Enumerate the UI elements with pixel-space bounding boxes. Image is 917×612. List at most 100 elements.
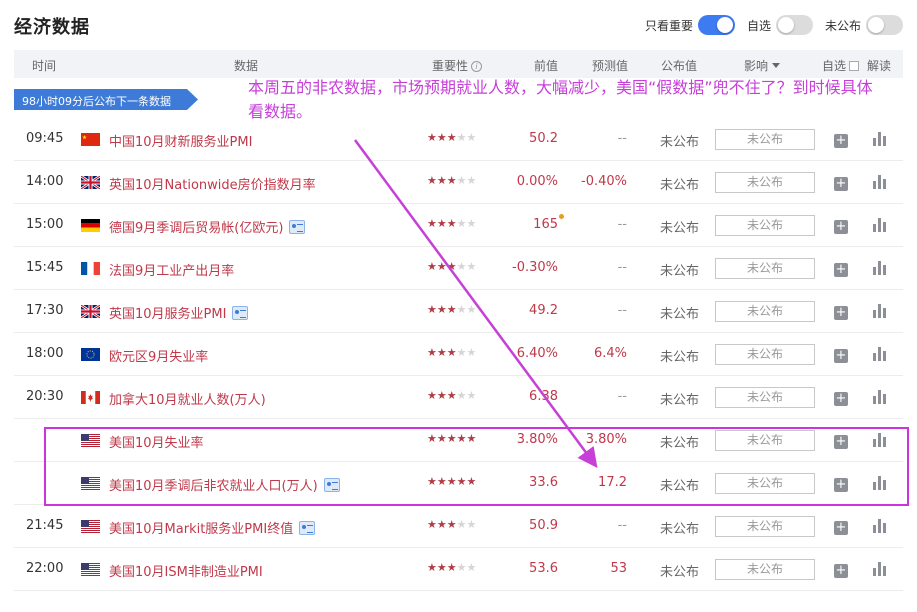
add-watchlist-button[interactable]: + (834, 263, 848, 277)
star-icon: ★ (446, 561, 457, 574)
table-row[interactable]: 09:45 中国10月财新服务业PMI ★★★★★ 50.2 -- 未公布 未公布 + (14, 118, 903, 161)
toggle-label: 未公布 (825, 18, 862, 33)
event-name[interactable]: 中国10月财新服务业PMI (109, 131, 252, 150)
star-icon: ★ (446, 174, 457, 187)
star-icon: ★ (456, 303, 467, 316)
star-icon: ★ (427, 389, 437, 402)
star-icon: ★ (456, 346, 467, 359)
report-icon[interactable] (232, 306, 249, 320)
bar-chart-icon[interactable] (873, 218, 887, 232)
data-table: 09:45 中国10月财新服务业PMI ★★★★★ 50.2 -- 未公布 未公布 +14:0… (14, 118, 903, 591)
bar-chart-icon[interactable] (873, 304, 887, 318)
toggle-label: 自选 (747, 18, 772, 33)
impact-box: 未公布 (715, 258, 815, 279)
table-row[interactable]: 21:45 美国10月Markit服务业PMI终值 ★★★★★ 50.9 -- 未公布 未公… (14, 505, 903, 548)
add-watchlist-button[interactable]: + (834, 220, 848, 234)
event-name[interactable]: 美国10月ISM非制造业PMI (109, 561, 263, 580)
table-row[interactable]: 22:00 美国10月ISM非制造业PMI ★★★★★ 53.6 53 未公布 未公布 + (14, 548, 903, 591)
star-icon: ★ (466, 174, 477, 187)
toggle-switch[interactable] (776, 15, 814, 35)
event-name[interactable]: 英国10月服务业PMI (109, 303, 249, 322)
event-name[interactable]: 加拿大10月就业人数(万人) (109, 389, 266, 408)
impact-box: 未公布 (715, 344, 815, 365)
add-watchlist-button[interactable]: + (834, 349, 848, 363)
table-row[interactable]: 20:30 加拿大10月就业人数(万人) ★★★★★ 6.38 -- 未公布 未公布 + (14, 376, 903, 419)
toggle-unpublished[interactable]: 未公布 (825, 15, 904, 35)
star-icon: ★ (456, 217, 467, 230)
bar-chart-icon[interactable] (873, 132, 887, 146)
star-icon: ★ (446, 260, 457, 273)
event-name[interactable]: 德国9月季调后贸易帐(亿欧元) (109, 217, 306, 236)
forecast-value: -0.40% (581, 174, 627, 189)
checkbox-icon[interactable] (849, 61, 860, 71)
star-icon: ★ (427, 217, 437, 230)
col-watch[interactable]: 自选 (822, 57, 860, 74)
actual-value: 未公布 (660, 565, 700, 580)
table-row[interactable]: 15:00 德国9月季调后贸易帐(亿欧元) ★★★★★ 165 -- 未公布 未公布 + (14, 204, 903, 247)
event-name[interactable]: 美国10月Markit服务业PMI终值 (109, 518, 316, 537)
col-impact[interactable]: 影响 (744, 57, 781, 74)
event-name[interactable]: 英国10月Nationwide房价指数月率 (109, 174, 316, 193)
table-row[interactable]: 14:00 英国10月Nationwide房价指数月率 ★★★★★ 0.00% -0.4… (14, 161, 903, 204)
importance-stars: ★★★★★ (427, 518, 476, 531)
col-data: 数据 (234, 59, 259, 73)
bar-chart-icon[interactable] (873, 519, 887, 533)
star-icon: ★ (456, 389, 467, 402)
table-row[interactable]: 15:45 法国9月工业产出月率 ★★★★★ -0.30% -- 未公布 未公布 + (14, 247, 903, 290)
report-icon[interactable] (299, 521, 316, 535)
event-name[interactable]: 欧元区9月失业率 (109, 346, 208, 365)
add-watchlist-button[interactable]: + (834, 134, 848, 148)
event-time: 15:00 (26, 217, 64, 232)
add-watchlist-button[interactable]: + (834, 521, 848, 535)
previous-value: 50.9 (529, 518, 558, 533)
event-time: 20:30 (26, 389, 64, 404)
actual-value: 未公布 (660, 350, 700, 365)
col-explain: 解读 (867, 59, 892, 73)
star-icon: ★ (466, 346, 477, 359)
bar-chart-icon[interactable] (873, 261, 887, 275)
previous-value: 53.6 (529, 561, 558, 576)
flag-ca-icon (81, 391, 100, 404)
actual-value: 未公布 (660, 264, 700, 279)
importance-stars: ★★★★★ (427, 303, 476, 316)
star-icon: ★ (446, 217, 457, 230)
add-watchlist-button[interactable]: + (834, 564, 848, 578)
col-actual: 公布值 (661, 59, 698, 73)
add-watchlist-button[interactable]: + (834, 306, 848, 320)
importance-stars: ★★★★★ (427, 346, 476, 359)
actual-value: 未公布 (660, 522, 700, 537)
col-importance: 重要性 i (432, 57, 483, 74)
importance-stars: ★★★★★ (427, 217, 476, 230)
forecast-value: -- (617, 389, 627, 404)
annotation-text: 本周五的非农数据，市场预期就业人数，大幅减少，美国“假数据”兜不住了？到时候具体… (248, 78, 873, 121)
add-watchlist-button[interactable]: + (834, 177, 848, 191)
forecast-value: 6.4% (593, 346, 627, 361)
star-icon: ★ (466, 389, 477, 402)
star-icon: ★ (466, 131, 477, 144)
bar-chart-icon[interactable] (873, 562, 887, 576)
impact-box: 未公布 (715, 172, 815, 193)
toggle-switch[interactable] (866, 15, 904, 35)
event-name[interactable]: 法国9月工业产出月率 (109, 260, 234, 279)
toggle-important-only[interactable]: 只看重要 (645, 15, 736, 35)
bar-chart-icon[interactable] (873, 347, 887, 361)
star-icon: ★ (446, 303, 457, 316)
table-header: 时间 数据 重要性 i 前值 预测值 公布值 影响 自选 解读 (14, 50, 903, 78)
toggle-label: 只看重要 (645, 18, 694, 33)
add-watchlist-button[interactable]: + (834, 392, 848, 406)
impact-box: 未公布 (715, 301, 815, 322)
importance-stars: ★★★★★ (427, 174, 476, 187)
bar-chart-icon[interactable] (873, 175, 887, 189)
report-icon[interactable] (289, 220, 306, 234)
actual-value: 未公布 (660, 221, 700, 236)
star-icon: ★ (436, 217, 447, 230)
toggle-switch[interactable] (698, 15, 736, 35)
forecast-value: -- (617, 131, 627, 146)
table-row[interactable]: 17:30 英国10月服务业PMI ★★★★★ 49.2 -- 未公布 未公布 + (14, 290, 903, 333)
info-icon: i (471, 61, 483, 72)
star-icon: ★ (436, 346, 447, 359)
table-row[interactable]: 18:00 欧元区9月失业率 ★★★★★ 6.40% 6.4% 未公布 未公布 + (14, 333, 903, 376)
toggle-watchlist[interactable]: 自选 (747, 15, 814, 35)
star-icon: ★ (427, 260, 437, 273)
bar-chart-icon[interactable] (873, 390, 887, 404)
